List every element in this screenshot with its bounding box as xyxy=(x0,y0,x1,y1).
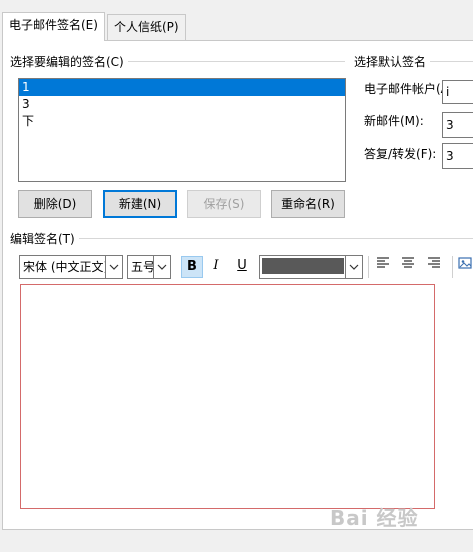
replies-value: 3 xyxy=(446,149,454,163)
font-color-select[interactable] xyxy=(259,255,363,279)
signature-list[interactable]: 1 3 下 xyxy=(18,78,346,182)
align-center-icon[interactable] xyxy=(397,256,419,278)
align-right-icon[interactable] xyxy=(423,256,445,278)
tab-personal-stationery[interactable]: 个人信纸(P) xyxy=(107,14,186,40)
watermark-logo: Bai 经验 xyxy=(330,506,419,530)
replies-select[interactable]: 3 xyxy=(442,143,473,169)
insert-picture-icon[interactable] xyxy=(456,256,473,278)
tab-email-signature-label: 电子邮件签名(E) xyxy=(9,18,98,32)
rename-button[interactable]: 重命名(R) xyxy=(271,190,345,218)
toolbar-separator xyxy=(368,256,369,278)
new-button[interactable]: 新建(N) xyxy=(103,190,177,218)
tab-email-signature[interactable]: 电子邮件签名(E) xyxy=(2,12,105,41)
signature-editor[interactable] xyxy=(20,284,435,509)
new-messages-label: 新邮件(M): xyxy=(364,114,424,128)
new-messages-value: 3 xyxy=(446,118,454,132)
delete-button[interactable]: 删除(D) xyxy=(18,190,92,218)
new-messages-select[interactable]: 3 xyxy=(442,112,473,138)
bold-button[interactable]: B xyxy=(181,256,203,278)
italic-button[interactable]: I xyxy=(205,256,227,278)
chevron-down-icon xyxy=(153,256,170,278)
select-signature-title: 选择要编辑的签名(C) xyxy=(10,53,128,70)
save-button[interactable]: 保存(S) xyxy=(187,190,261,218)
tab-personal-stationery-label: 个人信纸(P) xyxy=(114,20,179,34)
edit-signature-title: 编辑签名(T) xyxy=(10,230,79,247)
account-select[interactable]: i xyxy=(442,80,473,104)
default-signature-title: 选择默认签名 xyxy=(354,53,431,70)
underline-button[interactable]: U xyxy=(231,256,253,278)
font-size-select[interactable]: 五号 xyxy=(127,255,171,279)
toolbar-separator xyxy=(452,256,453,278)
chevron-down-icon xyxy=(345,256,362,278)
signature-list-item[interactable]: 下 xyxy=(19,113,345,130)
align-left-icon[interactable] xyxy=(372,256,394,278)
signature-list-item[interactable]: 3 xyxy=(19,96,345,113)
edit-signature-divider xyxy=(12,238,473,239)
font-size-value: 五号 xyxy=(131,260,156,274)
font-value: 宋体 (中文正文) xyxy=(23,260,109,274)
replies-label: 答复/转发(F): xyxy=(364,147,437,161)
font-select[interactable]: 宋体 (中文正文) xyxy=(19,255,123,279)
chevron-down-icon xyxy=(105,256,122,278)
signature-list-item[interactable]: 1 xyxy=(19,79,345,96)
account-value: i xyxy=(446,85,450,99)
font-color-swatch xyxy=(262,258,344,274)
